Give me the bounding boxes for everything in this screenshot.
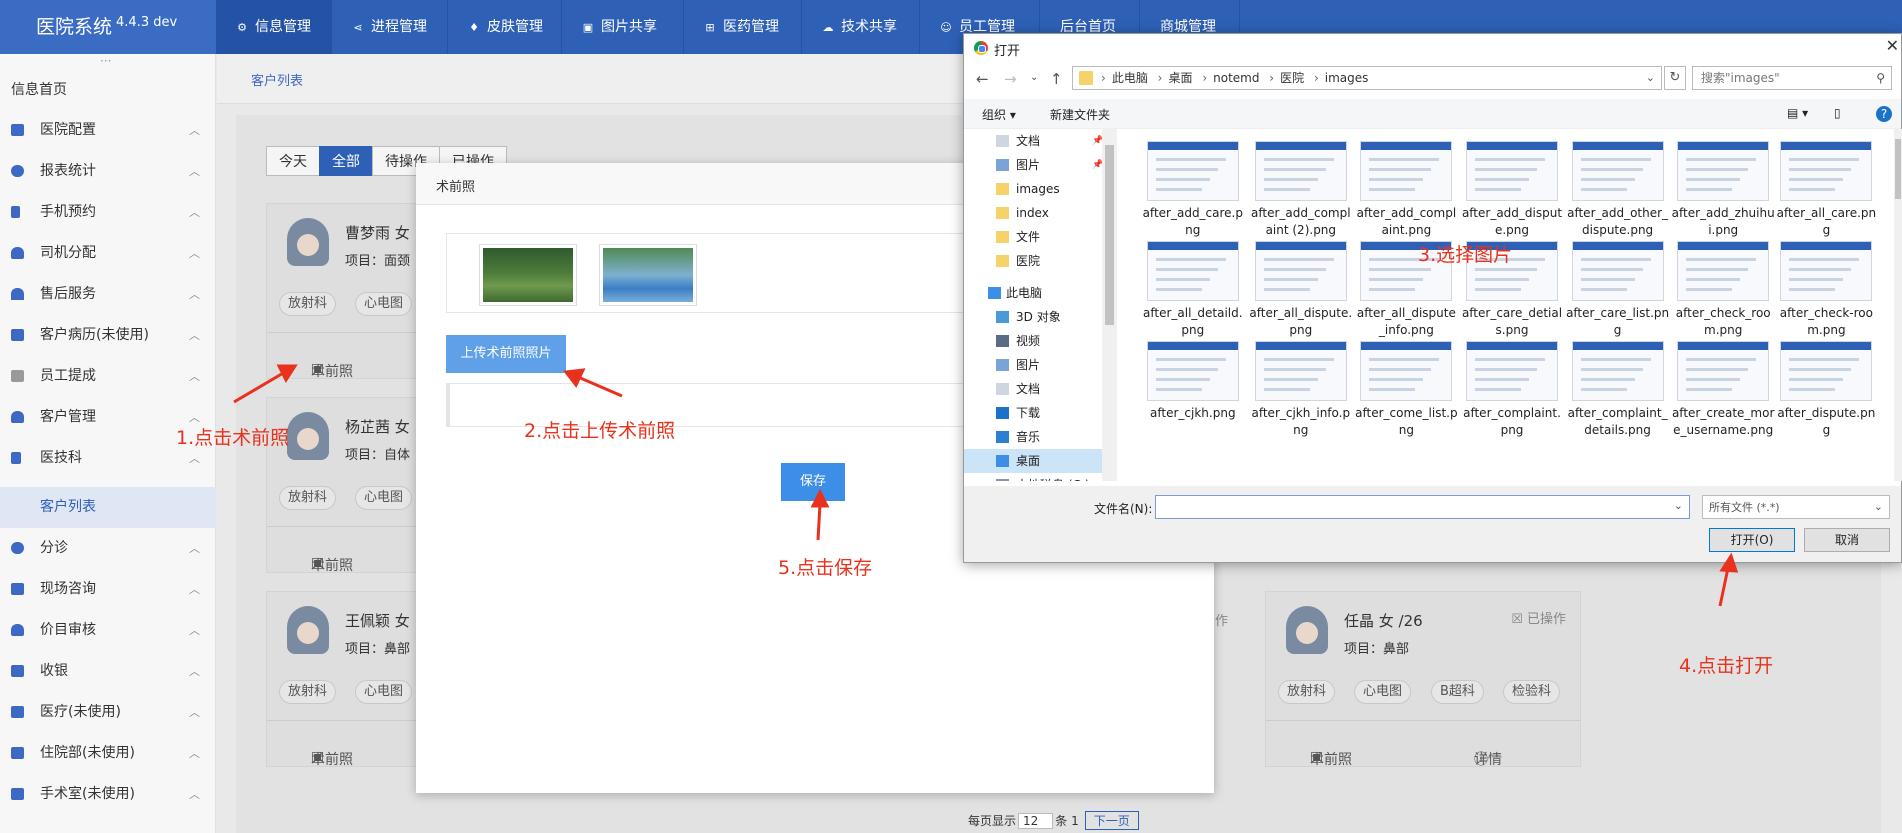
annotation-step-3: 3.选择图片 <box>1418 244 1513 266</box>
arrow-5-head <box>810 488 830 508</box>
arrow-4 <box>1718 567 1730 607</box>
annotation-step-5: 5.点击保存 <box>778 557 873 579</box>
arrow-1-head <box>276 364 298 384</box>
arrow-2 <box>577 375 623 398</box>
annotation-step-1: 1.点击术前照 <box>176 427 290 449</box>
user-menu[interactable] <box>1752 0 1902 54</box>
arrow-1 <box>233 370 286 404</box>
arrow-2-head <box>563 368 586 388</box>
annotation-arrows <box>233 364 1739 607</box>
annotation-step-4: 4.点击打开 <box>1679 655 1774 677</box>
arrow-5 <box>816 503 822 541</box>
arrow-4-head <box>1719 552 1739 573</box>
annotation-step-2: 2.点击上传术前照 <box>524 420 676 442</box>
